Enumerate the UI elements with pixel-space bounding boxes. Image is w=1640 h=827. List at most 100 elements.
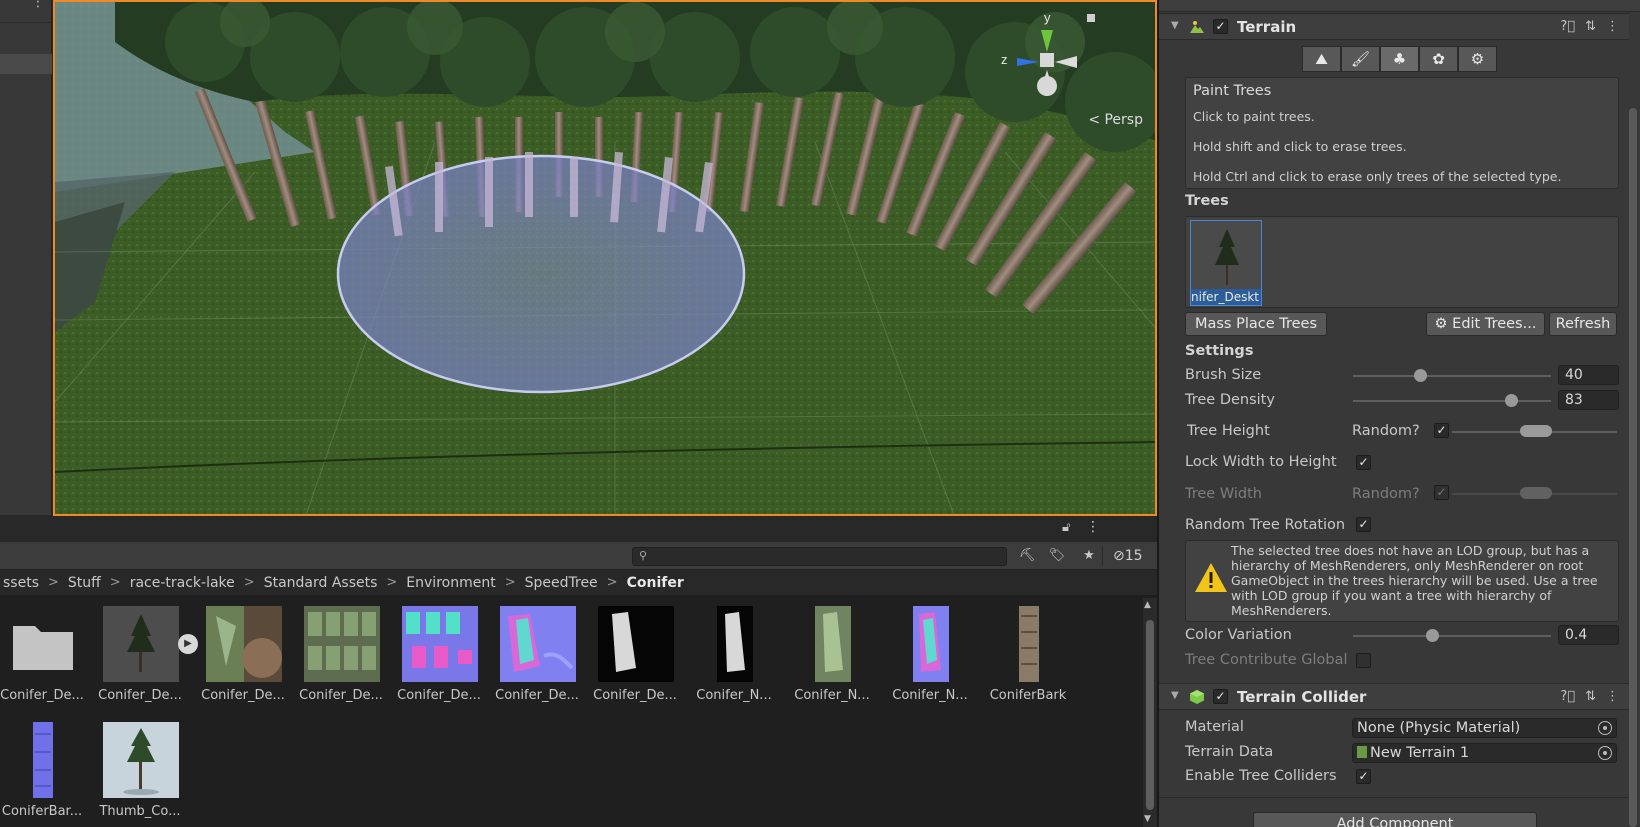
- color-variation-label: Color Variation: [1185, 627, 1292, 643]
- foldout-arrow-icon[interactable]: ▼: [1171, 690, 1179, 701]
- paint-details-tool-button[interactable]: ✿: [1419, 46, 1458, 72]
- breadcrumb-item[interactable]: Stuff: [65, 575, 104, 591]
- help-icon[interactable]: ?⃝: [1560, 689, 1575, 704]
- hierarchy-selected-row[interactable]: [0, 54, 52, 74]
- chevron-right-icon: >: [504, 575, 516, 590]
- brush-size-field[interactable]: 40: [1558, 365, 1619, 385]
- preset-sliders-icon[interactable]: ⇅: [1585, 689, 1596, 704]
- inspector-scrollbar-thumb[interactable]: [1629, 108, 1637, 827]
- terrain-settings-tool-button[interactable]: ⚙: [1458, 46, 1497, 72]
- help-icon[interactable]: ?⃝: [1560, 19, 1575, 34]
- breadcrumb-item[interactable]: Standard Assets: [261, 575, 381, 591]
- scroll-down-icon[interactable]: ▼: [1144, 814, 1151, 824]
- scene-render: y z: [55, 2, 1155, 514]
- divider: [0, 22, 52, 23]
- divider: [1159, 797, 1629, 798]
- hidden-packages-toggle[interactable]: ⊘15: [1113, 546, 1143, 566]
- add-component-button[interactable]: Add Component: [1253, 812, 1537, 827]
- asset-label: Conifer_De...: [495, 688, 579, 703]
- tree-density-slider-thumb[interactable]: [1504, 394, 1518, 407]
- random-rotation-checkbox[interactable]: ✓: [1356, 517, 1371, 532]
- bark-texture-thumbnail: [1019, 606, 1039, 682]
- foldout-arrow-icon[interactable]: ▼: [1171, 20, 1179, 31]
- terrain-collider-component-header[interactable]: ▼ ✓ Terrain Collider ?⃝ ⇅ ⋮: [1159, 683, 1629, 710]
- expand-play-icon[interactable]: ▶: [178, 634, 198, 654]
- terrain-data-label: Terrain Data: [1185, 744, 1274, 760]
- chevron-right-icon: >: [47, 575, 59, 590]
- terrain-data-object-field[interactable]: New Terrain 1: [1352, 743, 1617, 763]
- asset-grid: Conifer_De... ▶ Conifer_De... Conifer_De…: [0, 598, 1140, 827]
- mountain-plus-icon: ⛰: [1315, 50, 1328, 68]
- breadcrumb-item[interactable]: ssets: [0, 575, 42, 591]
- inspector-top-edge: [1159, 0, 1640, 12]
- lock-width-label: Lock Width to Height: [1185, 454, 1337, 470]
- paint-trees-tool-button[interactable]: ♣: [1380, 46, 1419, 72]
- tree-height-label: Tree Height: [1187, 423, 1270, 439]
- color-variation-field[interactable]: 0.4: [1558, 625, 1619, 645]
- color-variation-slider[interactable]: [1353, 635, 1551, 637]
- gizmo-y-label: y: [1044, 10, 1051, 25]
- color-variation-slider-thumb[interactable]: [1425, 629, 1439, 642]
- search-input[interactable]: ⚲: [632, 547, 1007, 566]
- scene-view[interactable]: y z < Persp: [53, 0, 1157, 516]
- chevron-right-icon: >: [243, 575, 255, 590]
- refresh-button[interactable]: Refresh: [1549, 312, 1617, 336]
- eye-slash-icon: ⊘: [1113, 548, 1125, 564]
- paint-texture-tool-button[interactable]: 🖌︎: [1341, 46, 1380, 72]
- tree-width-range-thumb: [1520, 487, 1552, 499]
- breadcrumb-item[interactable]: race-track-lake: [127, 575, 238, 591]
- mass-place-trees-button[interactable]: Mass Place Trees: [1185, 312, 1327, 336]
- filter-by-label-icon[interactable]: 🏷︎: [1044, 546, 1070, 566]
- tree-height-random-checkbox[interactable]: ✓: [1434, 423, 1449, 438]
- material-object-field[interactable]: None (Physic Material): [1352, 718, 1617, 738]
- texture-thumbnail: [206, 606, 282, 682]
- lock-icon[interactable]: 🔓︎: [1062, 520, 1070, 535]
- terrain-component-header[interactable]: ▼ ✓ Terrain ?⃝ ⇅ ⋮: [1159, 13, 1629, 40]
- kebab-menu-icon[interactable]: ⋮: [1606, 19, 1619, 34]
- mask-thumbnail: [717, 606, 753, 682]
- edit-trees-label: Edit Trees...: [1452, 316, 1537, 332]
- asset-label: ConiferBark: [989, 688, 1067, 703]
- kebab-menu-icon[interactable]: ⋮: [1606, 689, 1619, 704]
- tree-density-slider[interactable]: [1353, 400, 1551, 402]
- asset-label: Conifer_De...: [0, 688, 84, 703]
- trees-section-label: Trees: [1185, 193, 1229, 209]
- breadcrumb-item[interactable]: SpeedTree: [522, 575, 601, 591]
- projection-label[interactable]: < Persp: [1088, 112, 1143, 128]
- panel-menu-icon[interactable]: ⋮: [28, 0, 48, 12]
- tree-density-field[interactable]: 83: [1558, 390, 1619, 410]
- favorites-star-icon[interactable]: ★: [1076, 546, 1102, 566]
- tree-height-random-label: Random?: [1352, 423, 1420, 439]
- lod-warning-text: The selected tree does not have an LOD g…: [1231, 543, 1598, 618]
- terrain-tool-strip: ⛰ 🖌︎ ♣ ✿ ⚙: [1302, 46, 1497, 72]
- scroll-up-icon[interactable]: ▲: [1144, 600, 1151, 610]
- lock-width-checkbox[interactable]: ✓: [1356, 455, 1371, 470]
- bark-normal-thumbnail: [33, 722, 53, 798]
- paint-trees-help-box: Paint Trees Click to paint trees. Hold s…: [1185, 77, 1619, 189]
- tree-palette-item-selected[interactable]: nifer_Deskt: [1190, 220, 1262, 306]
- texture-thumbnail: [304, 606, 380, 682]
- collider-enabled-checkbox[interactable]: ✓: [1213, 689, 1228, 704]
- panel-menu-icon[interactable]: ⋮: [1086, 519, 1100, 535]
- normal-map-thumbnail: [500, 606, 576, 682]
- raise-lower-tool-button[interactable]: ⛰: [1302, 46, 1341, 72]
- filter-by-type-icon[interactable]: ⛏: [1014, 546, 1040, 566]
- breadcrumb-current[interactable]: Conifer: [624, 575, 687, 591]
- thumbnail-image: [103, 722, 179, 798]
- project-scrollbar[interactable]: ▲ ▼: [1143, 598, 1157, 827]
- breadcrumb-item[interactable]: Environment: [403, 575, 498, 591]
- enable-tree-colliders-checkbox[interactable]: ✓: [1356, 769, 1371, 784]
- brush-size-slider[interactable]: [1353, 375, 1551, 377]
- tree-width-label: Tree Width: [1185, 486, 1262, 502]
- help-line: Hold shift and click to erase trees.: [1193, 139, 1407, 154]
- preset-sliders-icon[interactable]: ⇅: [1585, 19, 1596, 34]
- object-picker-icon[interactable]: [1598, 721, 1612, 735]
- asset-label: Conifer_De...: [98, 688, 182, 703]
- object-picker-icon[interactable]: [1598, 746, 1612, 760]
- tree-height-range-thumb[interactable]: [1520, 425, 1552, 437]
- brush-size-slider-thumb[interactable]: [1413, 369, 1427, 382]
- settings-section-label: Settings: [1185, 343, 1254, 359]
- terrain-enabled-checkbox[interactable]: ✓: [1213, 19, 1228, 34]
- scrollbar-thumb[interactable]: [1146, 620, 1154, 810]
- edit-trees-button[interactable]: ⚙ Edit Trees...: [1426, 312, 1545, 336]
